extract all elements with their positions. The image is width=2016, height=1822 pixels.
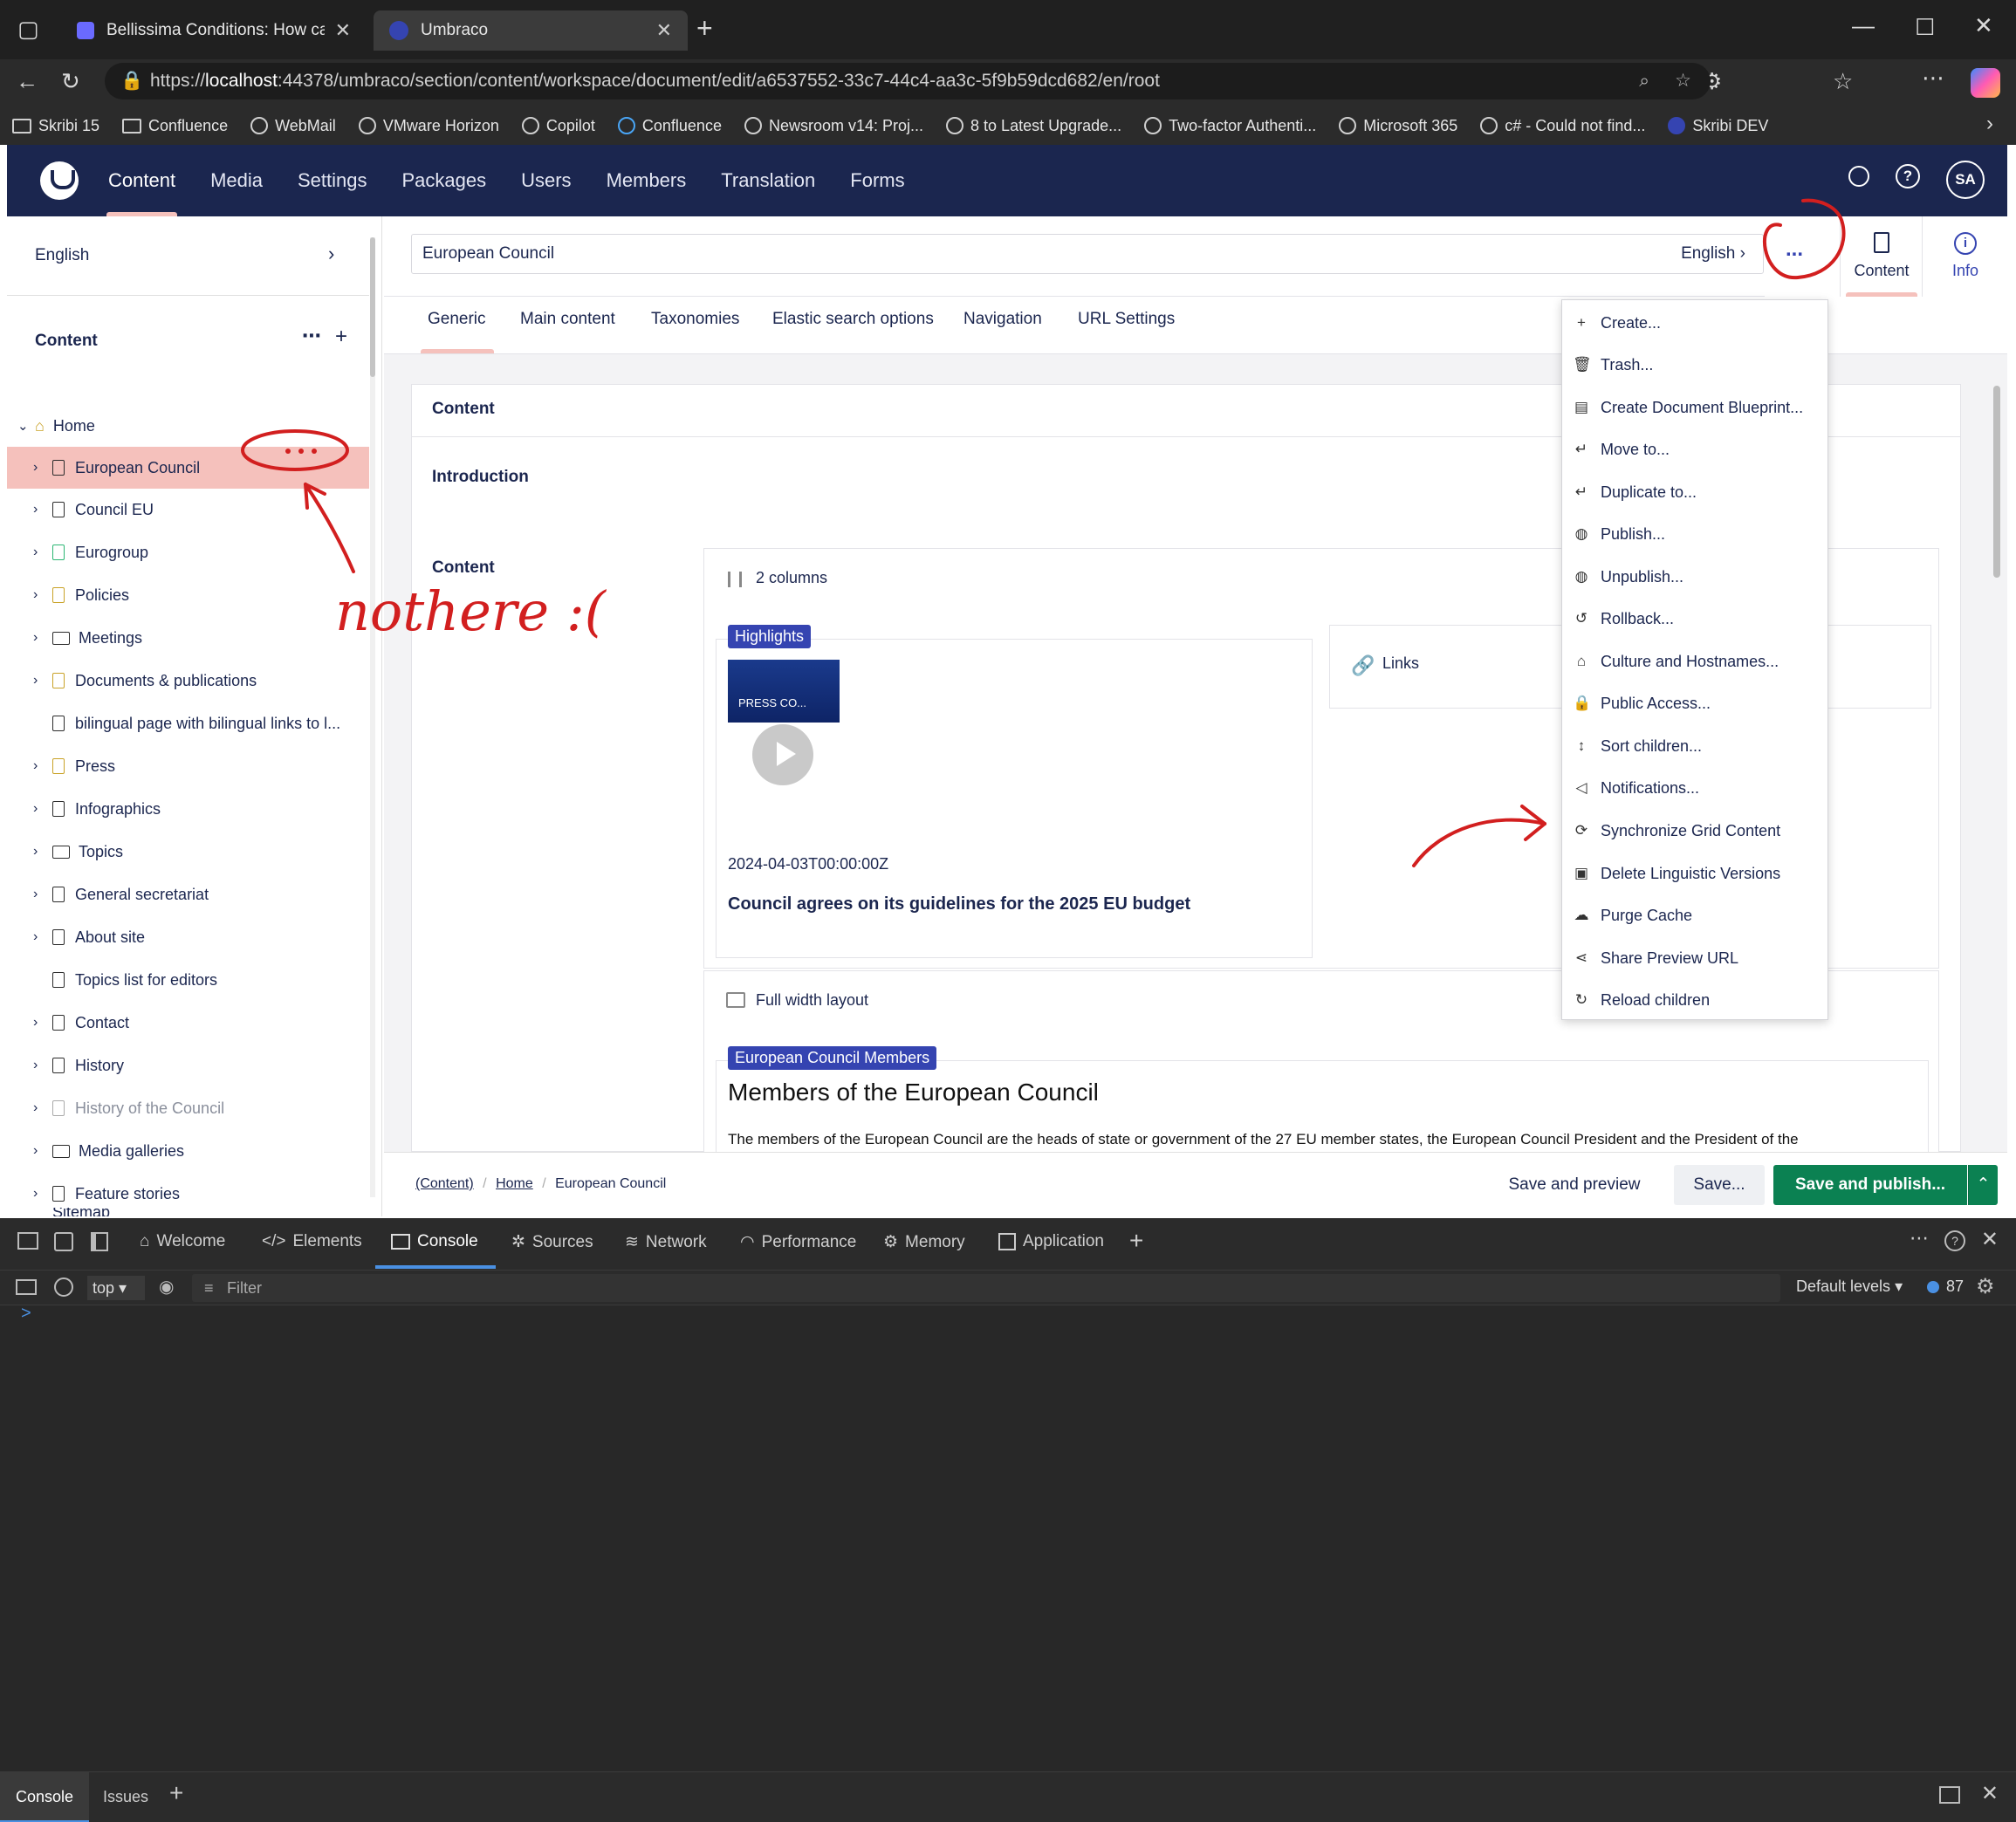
devtools-tab-network[interactable]: ≋ Network [625, 1232, 707, 1252]
add-drawer-tab-icon[interactable]: + [169, 1779, 183, 1807]
close-drawer-icon[interactable]: ✕ [1981, 1781, 1999, 1806]
annotation-note: nothere :( [335, 579, 606, 643]
console-filter-bar: top ▾ ◉ ≡ Filter Default levels ▾ 87 ⚙ [0, 1271, 2016, 1305]
annotation-circle [241, 429, 349, 471]
bug-icon: ✲ [511, 1233, 525, 1251]
filter-icon: ≡ [204, 1279, 214, 1297]
annotation-ink [241, 198, 1846, 867]
sidebar-toggle-icon[interactable] [16, 1279, 37, 1295]
devtools-tab-memory[interactable]: ⚙ Memory [883, 1232, 965, 1252]
more-tools-icon[interactable]: ⋯ [1910, 1227, 1929, 1250]
console-icon [391, 1234, 410, 1250]
clear-console-icon[interactable] [54, 1277, 73, 1297]
dock-drawer-icon[interactable] [1939, 1786, 1960, 1804]
drawer-tabs: Console Issues + ✕ [0, 1771, 2016, 1822]
annotation-arrow [1412, 818, 1546, 867]
context-selector[interactable]: top ▾ [87, 1276, 145, 1300]
devtools-tab-elements[interactable]: </> Elements [262, 1232, 362, 1251]
device-icon[interactable] [54, 1232, 73, 1251]
code-icon: </> [262, 1232, 286, 1250]
help-icon[interactable]: ? [1944, 1230, 1965, 1251]
log-levels-dropdown[interactable]: Default levels ▾ [1796, 1277, 1903, 1296]
devtools-tab-performance[interactable]: ◠ Performance [740, 1232, 856, 1252]
devtools-tab-console[interactable]: Console [391, 1232, 478, 1251]
annotation-circle [1763, 198, 1846, 280]
memory-icon: ⚙ [883, 1233, 899, 1251]
devtools-tab-application[interactable]: Application [998, 1232, 1104, 1251]
devtools-tab-sources[interactable]: ✲ Sources [511, 1232, 593, 1252]
devtools-panel [0, 1218, 2016, 1822]
inspect-icon[interactable] [17, 1232, 38, 1250]
dock-icon[interactable] [91, 1232, 108, 1251]
active-devtools-tab-indicator [375, 1265, 496, 1269]
message-count: 87 [1946, 1277, 1965, 1295]
drawer-tab-issues[interactable]: Issues [103, 1788, 148, 1806]
console-filter-input[interactable]: ≡ Filter [192, 1274, 1780, 1302]
devtools-tab-welcome[interactable]: ⌂ Welcome [140, 1232, 225, 1251]
eye-icon[interactable]: ◉ [159, 1276, 174, 1298]
performance-icon: ◠ [740, 1233, 755, 1251]
console-prompt[interactable]: > [21, 1304, 31, 1324]
settings-gear-icon[interactable]: ⚙ [1976, 1274, 1995, 1299]
wifi-icon: ≋ [625, 1233, 639, 1251]
application-icon [998, 1233, 1016, 1250]
drawer-tab-console[interactable]: Console [0, 1772, 89, 1822]
annotation-arrow [304, 483, 355, 573]
add-tool-icon[interactable]: + [1129, 1227, 1143, 1255]
close-devtools-icon[interactable]: ✕ [1981, 1227, 1999, 1252]
message-icon [1927, 1281, 1939, 1293]
